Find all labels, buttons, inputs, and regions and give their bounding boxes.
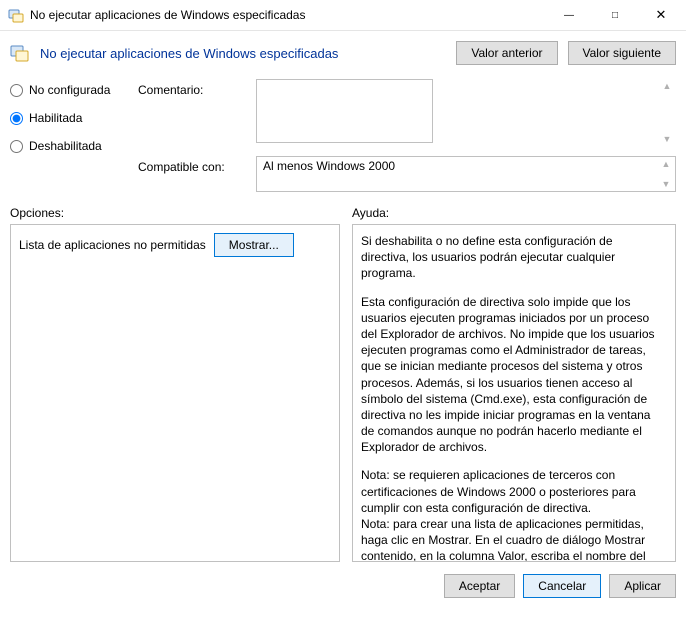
compat-value-box: Al menos Windows 2000 ▲▼	[256, 156, 676, 192]
radio-not-configured-input[interactable]	[10, 84, 23, 97]
help-section-label: Ayuda:	[352, 206, 676, 220]
options-section-label: Opciones:	[10, 206, 340, 220]
config-area: No configurada Habilitada Deshabilitada …	[0, 73, 686, 192]
apply-button[interactable]: Aplicar	[609, 574, 676, 598]
radio-not-configured-label: No configurada	[29, 83, 110, 97]
help-p3: Nota: se requieren aplicaciones de terce…	[361, 467, 655, 516]
compat-scroll-icon: ▲▼	[659, 159, 673, 189]
comment-input[interactable]	[256, 79, 433, 143]
gpo-header-icon	[10, 43, 30, 63]
ok-button[interactable]: Aceptar	[444, 574, 515, 598]
gpo-icon	[8, 7, 24, 23]
window-controls: — □ ✕	[546, 0, 684, 30]
window-title: No ejecutar aplicaciones de Windows espe…	[30, 8, 546, 22]
compat-row: Compatible con: Al menos Windows 2000 ▲▼	[138, 156, 676, 192]
help-p4: Nota: para crear una lista de aplicacion…	[361, 516, 655, 562]
cancel-button[interactable]: Cancelar	[523, 574, 601, 598]
help-p1: Si deshabilita o no define esta configur…	[361, 233, 655, 282]
compat-label: Compatible con:	[138, 156, 248, 192]
next-setting-button[interactable]: Valor siguiente	[568, 41, 677, 65]
radio-disabled[interactable]: Deshabilitada	[10, 139, 130, 153]
state-radio-group: No configurada Habilitada Deshabilitada	[10, 79, 130, 192]
comment-scroll-icon: ▲▼	[660, 81, 674, 144]
minimize-button[interactable]: —	[546, 0, 592, 30]
header-row: No ejecutar aplicaciones de Windows espe…	[0, 31, 686, 73]
show-button[interactable]: Mostrar...	[214, 233, 294, 257]
section-labels: Opciones: Ayuda:	[0, 192, 686, 224]
radio-disabled-input[interactable]	[10, 140, 23, 153]
compat-value: Al menos Windows 2000	[263, 159, 395, 173]
comment-label: Comentario:	[138, 79, 248, 146]
policy-title: No ejecutar aplicaciones de Windows espe…	[40, 46, 446, 61]
radio-not-configured[interactable]: No configurada	[10, 83, 130, 97]
maximize-button[interactable]: □	[592, 0, 638, 30]
disallowed-apps-row: Lista de aplicaciones no permitidas Most…	[19, 233, 331, 257]
fields-col: Comentario: ▲▼ Compatible con: Al menos …	[138, 79, 676, 192]
radio-enabled-label: Habilitada	[29, 111, 82, 125]
comment-row: Comentario: ▲▼	[138, 79, 676, 146]
help-panel[interactable]: Si deshabilita o no define esta configur…	[352, 224, 676, 562]
titlebar: No ejecutar aplicaciones de Windows espe…	[0, 0, 686, 31]
close-button[interactable]: ✕	[638, 0, 684, 30]
disallowed-apps-label: Lista de aplicaciones no permitidas	[19, 238, 206, 252]
help-p2: Esta configuración de directiva solo imp…	[361, 294, 655, 456]
radio-enabled[interactable]: Habilitada	[10, 111, 130, 125]
prev-setting-button[interactable]: Valor anterior	[456, 41, 557, 65]
lower-panels: Lista de aplicaciones no permitidas Most…	[0, 224, 686, 562]
radio-enabled-input[interactable]	[10, 112, 23, 125]
radio-disabled-label: Deshabilitada	[29, 139, 102, 153]
options-panel: Lista de aplicaciones no permitidas Most…	[10, 224, 340, 562]
footer-buttons: Aceptar Cancelar Aplicar	[0, 562, 686, 610]
